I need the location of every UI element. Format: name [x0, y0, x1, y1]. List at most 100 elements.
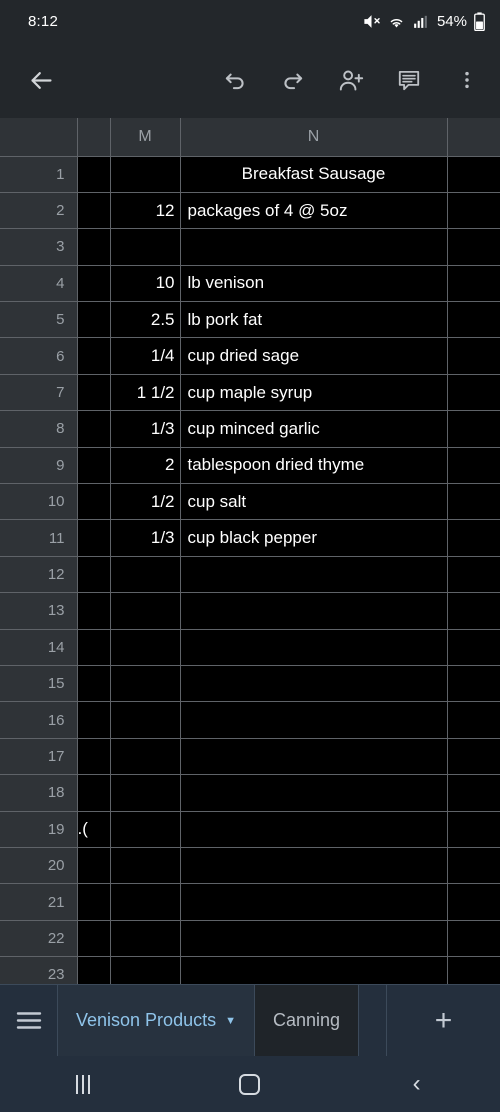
- row-header[interactable]: 2: [0, 192, 78, 230]
- cell-L14[interactable]: [77, 629, 111, 666]
- row-header[interactable]: 7: [0, 374, 78, 412]
- cell-N11[interactable]: cup black pepper: [180, 519, 448, 557]
- cell-N18[interactable]: [180, 774, 448, 812]
- cell-N16[interactable]: [180, 701, 448, 739]
- cell-N7[interactable]: cup maple syrup: [180, 374, 448, 412]
- column-header-N[interactable]: N: [180, 118, 448, 157]
- cell-M1[interactable]: [110, 156, 181, 193]
- cell-O11[interactable]: [447, 519, 500, 557]
- cell-O2[interactable]: [447, 192, 500, 230]
- cell-L8[interactable]: [77, 410, 111, 448]
- cell-O4[interactable]: [447, 265, 500, 303]
- cell-M17[interactable]: [110, 738, 181, 776]
- cell-L21[interactable]: [77, 883, 111, 921]
- cell-N20[interactable]: [180, 847, 448, 885]
- row-header[interactable]: 23: [0, 956, 78, 984]
- cell-M4[interactable]: 10: [110, 265, 181, 303]
- add-sheet-button[interactable]: +: [387, 985, 500, 1056]
- cell-M3[interactable]: [110, 228, 181, 266]
- row-header[interactable]: 19: [0, 811, 78, 848]
- cell-L13[interactable]: [77, 592, 111, 630]
- column-header-O[interactable]: [447, 118, 500, 157]
- cell-M11[interactable]: 1/3: [110, 519, 181, 557]
- cell-L3[interactable]: [77, 228, 111, 266]
- cell-N10[interactable]: cup salt: [180, 483, 448, 521]
- cell-L22[interactable]: [77, 920, 111, 958]
- cell-M13[interactable]: [110, 592, 181, 630]
- cell-N13[interactable]: [180, 592, 448, 630]
- cell-M18[interactable]: [110, 774, 181, 812]
- cell-O16[interactable]: [447, 701, 500, 739]
- cell-O9[interactable]: [447, 447, 500, 485]
- cell-L19[interactable]: ).: [77, 811, 111, 848]
- cell-O5[interactable]: [447, 301, 500, 339]
- cell-N14[interactable]: [180, 629, 448, 666]
- spreadsheet-grid[interactable]: M N 1 Breakfast Sausage 2 12 packages of 4 @…: [0, 118, 500, 984]
- cell-M19[interactable]: [110, 811, 181, 848]
- row-header[interactable]: 17: [0, 738, 78, 776]
- more-options-icon[interactable]: [444, 57, 490, 103]
- row-header[interactable]: 11: [0, 519, 78, 557]
- column-header-M[interactable]: M: [110, 118, 181, 157]
- comment-icon[interactable]: [386, 57, 432, 103]
- cell-O21[interactable]: [447, 883, 500, 921]
- add-person-icon[interactable]: [328, 57, 374, 103]
- cell-L15[interactable]: [77, 665, 111, 703]
- nav-back-button[interactable]: ‹: [372, 1056, 462, 1112]
- cell-N8[interactable]: cup minced garlic: [180, 410, 448, 448]
- row-header[interactable]: 18: [0, 774, 78, 812]
- cell-O19[interactable]: [447, 811, 500, 848]
- cell-L7[interactable]: [77, 374, 111, 412]
- cell-N22[interactable]: [180, 920, 448, 958]
- cell-N1[interactable]: Breakfast Sausage: [180, 156, 448, 193]
- cell-N17[interactable]: [180, 738, 448, 776]
- row-header[interactable]: 16: [0, 701, 78, 739]
- row-header[interactable]: 4: [0, 265, 78, 303]
- cell-L12[interactable]: [77, 556, 111, 594]
- cell-M2[interactable]: 12: [110, 192, 181, 230]
- cell-M9[interactable]: 2: [110, 447, 181, 485]
- cell-M14[interactable]: [110, 629, 181, 666]
- cell-N6[interactable]: cup dried sage: [180, 337, 448, 375]
- cell-N21[interactable]: [180, 883, 448, 921]
- undo-button[interactable]: [212, 57, 258, 103]
- cell-O14[interactable]: [447, 629, 500, 666]
- sheet-tab-canning[interactable]: Canning: [254, 985, 360, 1056]
- cell-O23[interactable]: [447, 956, 500, 984]
- cell-M5[interactable]: 2.5: [110, 301, 181, 339]
- chevron-down-icon[interactable]: ▼: [225, 1015, 236, 1027]
- cell-L2[interactable]: [77, 192, 111, 230]
- row-header[interactable]: 15: [0, 665, 78, 703]
- cell-M10[interactable]: 1/2: [110, 483, 181, 521]
- row-header[interactable]: 8: [0, 410, 78, 448]
- cell-O15[interactable]: [447, 665, 500, 703]
- cell-M21[interactable]: [110, 883, 181, 921]
- cell-L20[interactable]: [77, 847, 111, 885]
- cell-O17[interactable]: [447, 738, 500, 776]
- cell-L1[interactable]: [77, 156, 111, 193]
- column-header-L[interactable]: [77, 118, 111, 157]
- cell-M15[interactable]: [110, 665, 181, 703]
- cell-M6[interactable]: 1/4: [110, 337, 181, 375]
- cell-N19[interactable]: [180, 811, 448, 848]
- row-header[interactable]: 12: [0, 556, 78, 594]
- cell-L16[interactable]: [77, 701, 111, 739]
- cell-L4[interactable]: [77, 265, 111, 303]
- redo-button[interactable]: [270, 57, 316, 103]
- row-header[interactable]: 22: [0, 920, 78, 958]
- cell-N2[interactable]: packages of 4 @ 5oz: [180, 192, 448, 230]
- cell-L23[interactable]: [77, 956, 111, 984]
- row-header[interactable]: 20: [0, 847, 78, 885]
- row-header[interactable]: 13: [0, 592, 78, 630]
- cell-L9[interactable]: [77, 447, 111, 485]
- hamburger-menu-icon[interactable]: [0, 985, 58, 1056]
- cell-L11[interactable]: [77, 519, 111, 557]
- cell-L17[interactable]: [77, 738, 111, 776]
- cell-M20[interactable]: [110, 847, 181, 885]
- cell-N12[interactable]: [180, 556, 448, 594]
- cell-M22[interactable]: [110, 920, 181, 958]
- row-header[interactable]: 1: [0, 156, 78, 193]
- cell-L6[interactable]: [77, 337, 111, 375]
- cell-M8[interactable]: 1/3: [110, 410, 181, 448]
- sheet-tab-venison-products[interactable]: Venison Products ▼: [58, 985, 255, 1056]
